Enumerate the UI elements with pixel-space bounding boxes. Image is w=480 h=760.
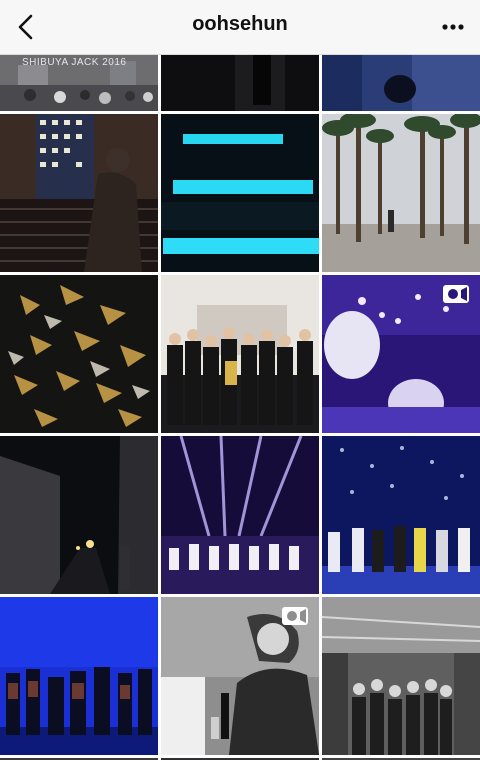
page-title: oohsehun — [192, 13, 288, 35]
grid-post-9[interactable] — [322, 275, 480, 433]
grid-post-13[interactable] — [0, 597, 158, 755]
grid-post-10[interactable] — [0, 436, 158, 594]
grid-post-7[interactable] — [0, 275, 158, 433]
photo-caption-watermark: SHIBUYA JACK 2016 — [22, 57, 127, 68]
grid-post-12[interactable] — [322, 436, 480, 594]
video-icon — [282, 607, 308, 625]
top-navigation-bar: oohsehun — [0, 0, 480, 55]
grid-post-3[interactable] — [322, 55, 480, 111]
grid-post-4[interactable] — [0, 114, 158, 272]
grid-post-6[interactable] — [322, 114, 480, 272]
more-dots-icon[interactable] — [438, 14, 468, 40]
grid-post-11[interactable] — [161, 436, 319, 594]
grid-post-15[interactable] — [322, 597, 480, 755]
grid-post-5[interactable] — [161, 114, 319, 272]
grid-post-2[interactable] — [161, 55, 319, 111]
video-icon — [443, 285, 469, 303]
grid-post-1[interactable]: SHIBUYA JACK 2016 — [0, 55, 158, 111]
grid-post-8[interactable] — [161, 275, 319, 433]
grid-post-14[interactable] — [161, 597, 319, 755]
